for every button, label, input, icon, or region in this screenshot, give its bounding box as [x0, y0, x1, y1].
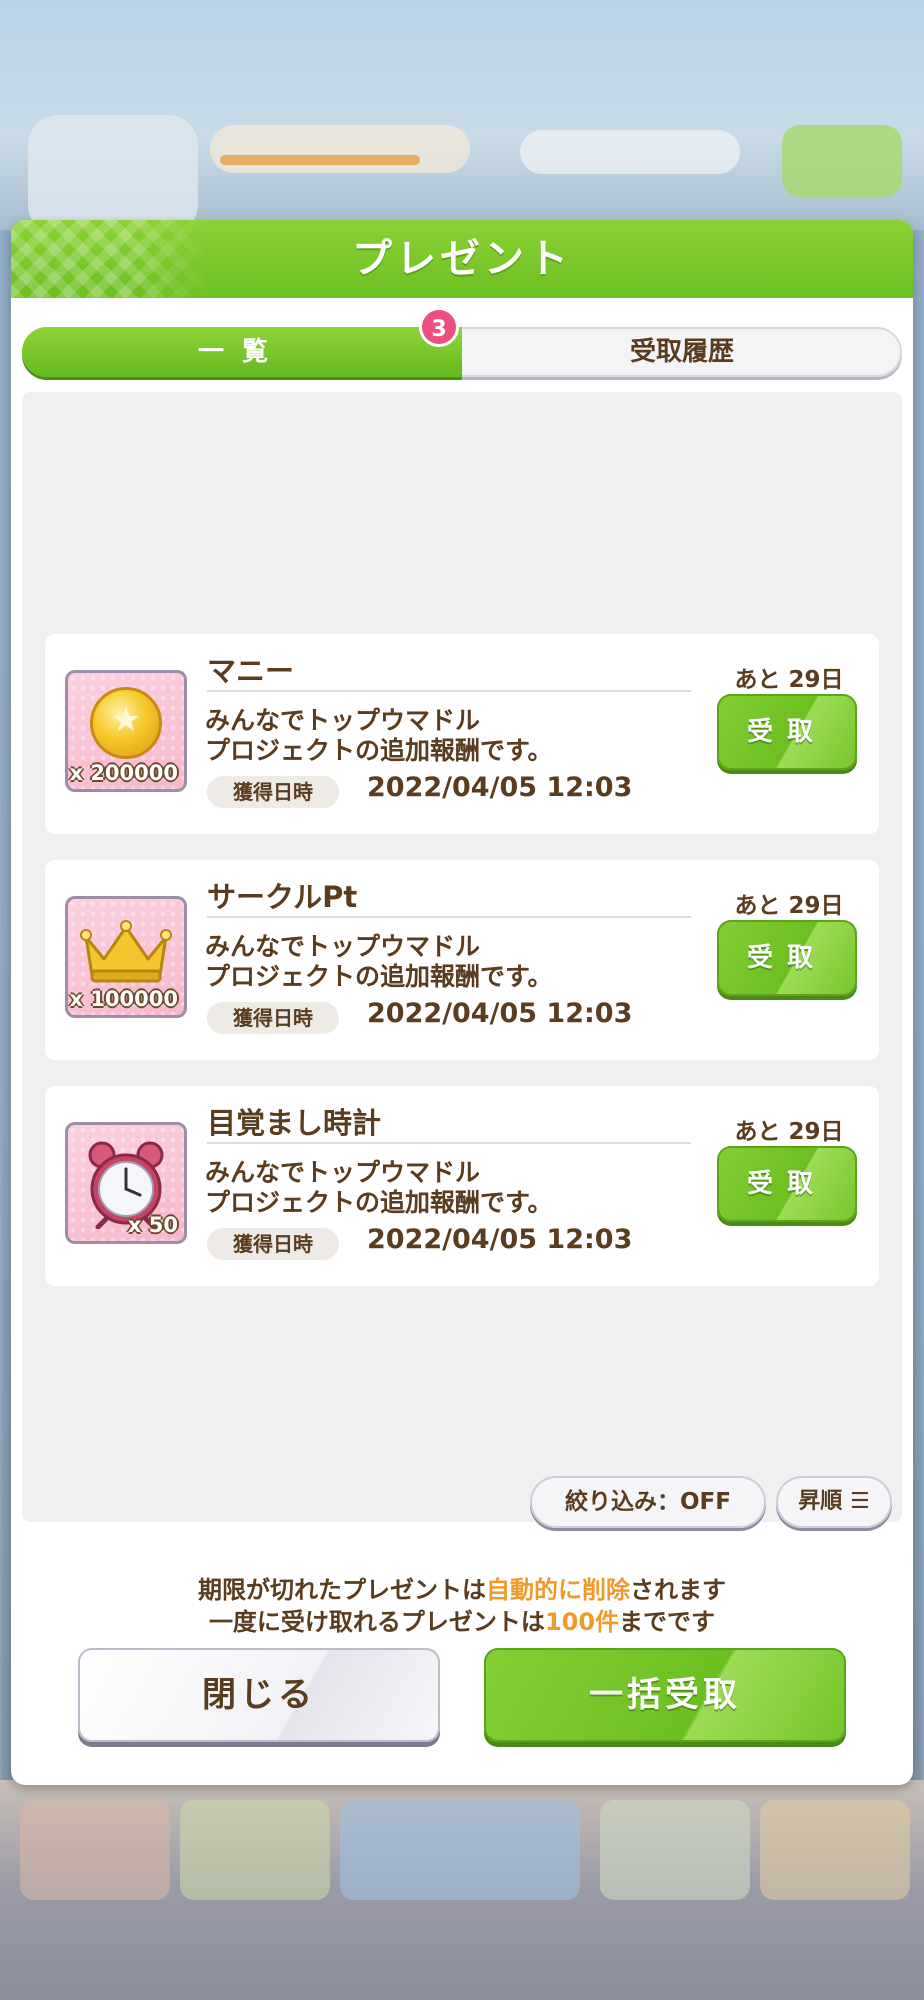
item-name: 目覚まし時計: [207, 1106, 382, 1140]
background-nav-tab: [340, 1800, 580, 1900]
dialog-header: プレゼント: [11, 220, 913, 298]
notice-highlight: 100件: [544, 1608, 620, 1636]
notice-text: されます: [630, 1576, 726, 1604]
item-icon-frame: x 50: [65, 1122, 187, 1244]
background-gauge: [210, 125, 470, 173]
background-nav-tab: [180, 1800, 330, 1900]
item-description-line: みんなでトップウマドル: [205, 1158, 481, 1187]
remaining-days: あと 29日: [734, 893, 844, 919]
acquired-date: 2022/04/05 12:03: [367, 998, 633, 1029]
item-name: マニー: [207, 654, 295, 688]
acquired-date: 2022/04/05 12:03: [367, 772, 633, 803]
limit-notice: 一度に受け取れるプレゼントは100件までです: [11, 1602, 913, 1637]
acquired-date: 2022/04/05 12:03: [367, 1224, 633, 1255]
acquired-date-label: 獲得日時: [207, 1228, 339, 1260]
item-icon-frame: x 200000: [65, 670, 187, 792]
divider: [207, 916, 691, 918]
present-list: x 200000 マニー みんなでトップウマドル プロジェクトの追加報酬です。 …: [22, 392, 902, 1522]
tab-list[interactable]: 一覧: [22, 327, 462, 377]
crown-icon: [80, 920, 172, 983]
item-description: みんなでトップウマドル プロジェクトの追加報酬です。: [205, 706, 685, 766]
item-description: みんなでトップウマドル プロジェクトの追加報酬です。: [205, 932, 685, 992]
item-quantity: x 100000: [69, 987, 178, 1011]
item-name: サークルPt: [207, 880, 358, 914]
divider: [207, 690, 691, 692]
acquired-date-label: 獲得日時: [207, 776, 339, 808]
list-item: x 50 目覚まし時計 みんなでトップウマドル プロジェクトの追加報酬です。 獲…: [45, 1086, 879, 1286]
remaining-days: あと 29日: [734, 1119, 844, 1145]
tab-bar: 一覧 受取履歴: [22, 327, 902, 377]
bulk-receive-button[interactable]: 一括受取: [484, 1648, 846, 1742]
background-rank-badge: [28, 115, 198, 235]
money-coin-icon: [90, 687, 162, 759]
divider: [207, 1142, 691, 1144]
dialog-title: プレゼント: [352, 236, 572, 282]
acquired-date-label: 獲得日時: [207, 1002, 339, 1034]
close-button[interactable]: 閉じる: [78, 1648, 440, 1742]
notice-text: までです: [619, 1608, 716, 1636]
item-description-line: プロジェクトの追加報酬です。: [205, 962, 553, 991]
item-quantity: x 50: [127, 1213, 178, 1237]
background-gauge-2: [520, 130, 740, 174]
filter-button[interactable]: 絞り込み：OFF: [530, 1476, 766, 1528]
notice-text: 期限が切れたプレゼントは: [198, 1576, 486, 1604]
receive-button[interactable]: 受取: [717, 694, 857, 770]
item-description-line: みんなでトップウマドル: [205, 932, 481, 961]
background-button: [782, 125, 902, 197]
background-nav-tab: [600, 1800, 750, 1900]
item-description-line: プロジェクトの追加報酬です。: [205, 1188, 553, 1217]
receive-button[interactable]: 受取: [717, 1146, 857, 1222]
list-item: x 100000 サークルPt みんなでトップウマドル プロジェクトの追加報酬で…: [45, 860, 879, 1060]
tab-history[interactable]: 受取履歴: [462, 327, 902, 377]
item-icon-frame: x 100000: [65, 896, 187, 1018]
remaining-days: あと 29日: [734, 667, 844, 693]
item-description: みんなでトップウマドル プロジェクトの追加報酬です。: [205, 1158, 685, 1218]
background-nav-tab: [20, 1800, 170, 1900]
notice-highlight: 自動的に削除: [486, 1576, 630, 1604]
receive-button[interactable]: 受取: [717, 920, 857, 996]
unread-count-badge: 3: [419, 307, 459, 347]
notice-text: 一度に受け取れるプレゼントは: [208, 1608, 545, 1636]
list-item: x 200000 マニー みんなでトップウマドル プロジェクトの追加報酬です。 …: [45, 634, 879, 834]
present-dialog: プレゼント 一覧 受取履歴 3 x 200000 マニー みんなでトップウマドル…: [11, 220, 913, 1785]
item-description-line: みんなでトップウマドル: [205, 706, 481, 735]
background-nav-tab: [760, 1800, 910, 1900]
sort-order-button[interactable]: 昇順 ☰: [776, 1476, 892, 1528]
item-description-line: プロジェクトの追加報酬です。: [205, 736, 553, 765]
item-quantity: x 200000: [69, 761, 178, 785]
expiry-notice: 期限が切れたプレゼントは自動的に削除されます: [11, 1570, 913, 1605]
